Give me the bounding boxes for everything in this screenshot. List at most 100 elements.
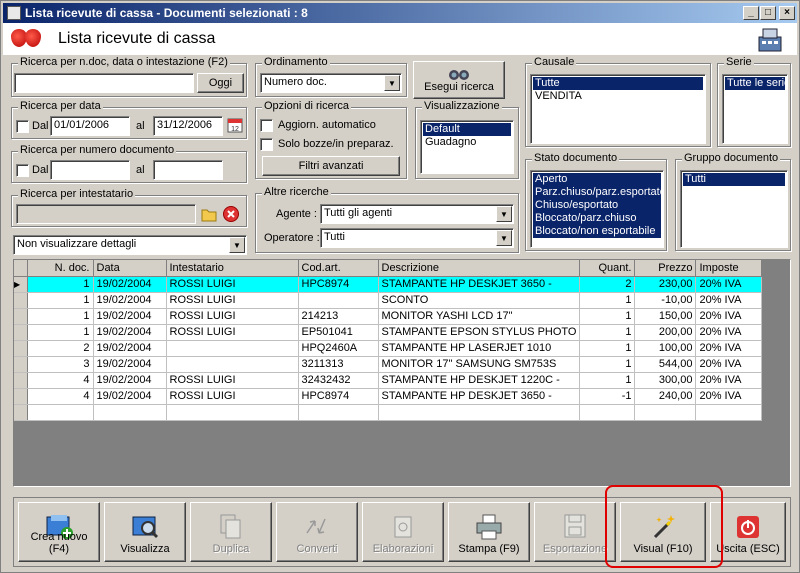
list-item[interactable]: Bloccato/parz.chiuso	[533, 212, 661, 225]
col-tax[interactable]: Imposte	[695, 260, 763, 277]
list-item[interactable]: Default	[423, 123, 511, 136]
table-cell: 20% IVA	[695, 372, 763, 389]
duplicate-button[interactable]: Duplica	[190, 502, 272, 562]
view-button[interactable]: Visualizza	[104, 502, 186, 562]
table-cell: 20% IVA	[695, 276, 763, 293]
search-button-label: Esegui ricerca	[424, 81, 494, 93]
drafts-only-checkbox[interactable]	[260, 138, 273, 151]
row-header[interactable]	[14, 292, 28, 309]
row-header[interactable]: ▶	[14, 276, 28, 293]
folder-icon[interactable]	[200, 205, 218, 223]
row-header[interactable]	[14, 340, 28, 357]
row-header[interactable]	[14, 308, 28, 325]
row-header[interactable]	[14, 324, 28, 341]
date-to-input[interactable]: 31/12/2006	[153, 116, 223, 136]
date-filter-checkbox[interactable]	[16, 120, 29, 133]
table-row[interactable]: 1 19/02/2004 ROSSI LUIGI SCONTO 1 -10,00 20% I…	[14, 292, 763, 309]
annotation-highlight	[605, 485, 723, 568]
holder-input[interactable]	[16, 204, 196, 224]
row-header[interactable]	[14, 372, 28, 389]
table-row[interactable]: 3 19/02/2004 3211313 MONITOR 17" SAMSUNG SM…	[14, 356, 763, 373]
documents-grid[interactable]: N. doc. Data Intestatario Cod.art. Descr…	[13, 259, 791, 487]
row-header[interactable]	[14, 388, 28, 405]
list-item[interactable]: Guadagno	[423, 136, 511, 149]
auto-update-checkbox[interactable]	[260, 119, 273, 132]
search-ndoc-input[interactable]	[14, 73, 194, 93]
list-item[interactable]: Tutti	[683, 173, 785, 186]
col-date[interactable]: Data	[93, 260, 167, 277]
col-code[interactable]: Cod.art.	[298, 260, 379, 277]
table-cell: EP501041	[298, 324, 379, 341]
serie-list[interactable]: Tutte le serie	[722, 74, 788, 144]
row-header[interactable]	[14, 356, 28, 373]
chevron-down-icon[interactable]: ▼	[496, 206, 512, 222]
view-list[interactable]: Default Guadagno	[420, 120, 514, 174]
convert-button[interactable]: Converti	[276, 502, 358, 562]
process-button[interactable]: Elaborazioni	[362, 502, 444, 562]
search-button[interactable]: Esegui ricerca	[413, 61, 505, 99]
list-item[interactable]: Chiuso/esportato	[533, 199, 661, 212]
number-from-input[interactable]	[50, 160, 130, 180]
status-list[interactable]: Aperto Parz.chiuso/parz.esportato Chiuso…	[530, 170, 664, 248]
ordering-value: Numero doc.	[264, 76, 327, 88]
table-cell: 4	[27, 388, 94, 405]
group-legend: Causale	[532, 56, 577, 68]
table-row[interactable]: 4 19/02/2004 ROSSI LUIGI HPC8974 STAMPANTE H…	[14, 388, 763, 405]
list-item[interactable]: VENDITA	[533, 90, 703, 103]
table-row[interactable]: ▶ 1 19/02/2004 ROSSI LUIGI HPC8974 STAMPANTE …	[14, 276, 763, 293]
today-button[interactable]: Oggi	[197, 73, 244, 93]
export-button[interactable]: Esportazione	[534, 502, 616, 562]
list-item[interactable]: Parz.chiuso/parz.esportato	[533, 186, 663, 199]
table-cell: 200,00	[634, 324, 697, 341]
table-cell	[27, 404, 94, 421]
new-button[interactable]: Crea nuovo (F4)	[18, 502, 100, 562]
minimize-button[interactable]: _	[743, 6, 759, 20]
number-to-input[interactable]	[153, 160, 223, 180]
causale-list[interactable]: Tutte VENDITA	[530, 74, 706, 144]
number-filter-checkbox[interactable]	[16, 164, 29, 177]
col-description[interactable]: Descrizione	[378, 260, 581, 277]
date-from-input[interactable]: 01/01/2006	[50, 116, 130, 136]
table-cell: HPC8974	[298, 388, 379, 405]
table-cell: 3211313	[298, 356, 379, 373]
group-document-list[interactable]: Tutti	[680, 170, 788, 248]
calendar-icon[interactable]: 12	[227, 117, 243, 133]
table-cell: 1	[27, 324, 94, 341]
list-item[interactable]: Tutte le serie	[725, 77, 787, 90]
table-row[interactable]: 2 19/02/2004 HPQ2460A STAMPANTE HP LASERJET…	[14, 340, 763, 357]
al-label: al	[136, 164, 145, 176]
group-legend: Stato documento	[532, 152, 620, 164]
power-icon	[737, 516, 759, 538]
clear-icon[interactable]	[222, 205, 240, 223]
col-ndoc[interactable]: N. doc.	[27, 260, 94, 277]
chevron-down-icon[interactable]: ▼	[229, 237, 245, 253]
details-combo[interactable]: Non visualizzare dettagli ▼	[13, 235, 247, 255]
table-row[interactable]: 1 19/02/2004 ROSSI LUIGI EP501041 STAMPANTE …	[14, 324, 763, 341]
list-item[interactable]: Aperto	[533, 173, 661, 186]
table-row[interactable]: 1 19/02/2004 ROSSI LUIGI 214213 MONITOR YASH…	[14, 308, 763, 325]
table-cell: ROSSI LUIGI	[166, 388, 299, 405]
group-legend: Ricerca per n.doc, data o intestazione (…	[18, 56, 230, 68]
close-button[interactable]: ×	[779, 6, 795, 20]
list-item[interactable]: Tutte	[533, 77, 703, 90]
maximize-button[interactable]: □	[760, 6, 776, 20]
floppy-disk-icon	[564, 514, 586, 538]
col-price[interactable]: Prezzo	[634, 260, 697, 277]
table-cell: 19/02/2004	[93, 356, 167, 373]
col-quantity[interactable]: Quant.	[579, 260, 636, 277]
advanced-filters-button[interactable]: Filtri avanzati	[262, 156, 400, 176]
chevron-down-icon[interactable]: ▼	[384, 75, 400, 91]
table-cell: 1	[579, 340, 636, 357]
other-search-group: Altre ricerche Agente : Tutti gli agenti…	[255, 186, 519, 253]
operator-combo[interactable]: Tutti ▼	[320, 228, 514, 248]
documents-table: N. doc. Data Intestatario Cod.art. Descr…	[14, 260, 763, 421]
list-item[interactable]: Bloccato/non esportabile	[533, 225, 661, 238]
agent-combo[interactable]: Tutti gli agenti ▼	[320, 204, 514, 224]
chevron-down-icon[interactable]: ▼	[496, 230, 512, 246]
ordering-combo[interactable]: Numero doc. ▼	[260, 73, 402, 93]
print-button[interactable]: Stampa (F9)	[448, 502, 530, 562]
col-holder[interactable]: Intestatario	[166, 260, 299, 277]
group-legend: Serie	[724, 56, 754, 68]
table-cell: ROSSI LUIGI	[166, 324, 299, 341]
table-row[interactable]: 4 19/02/2004 ROSSI LUIGI 32432432 STAMPANTE …	[14, 372, 763, 389]
